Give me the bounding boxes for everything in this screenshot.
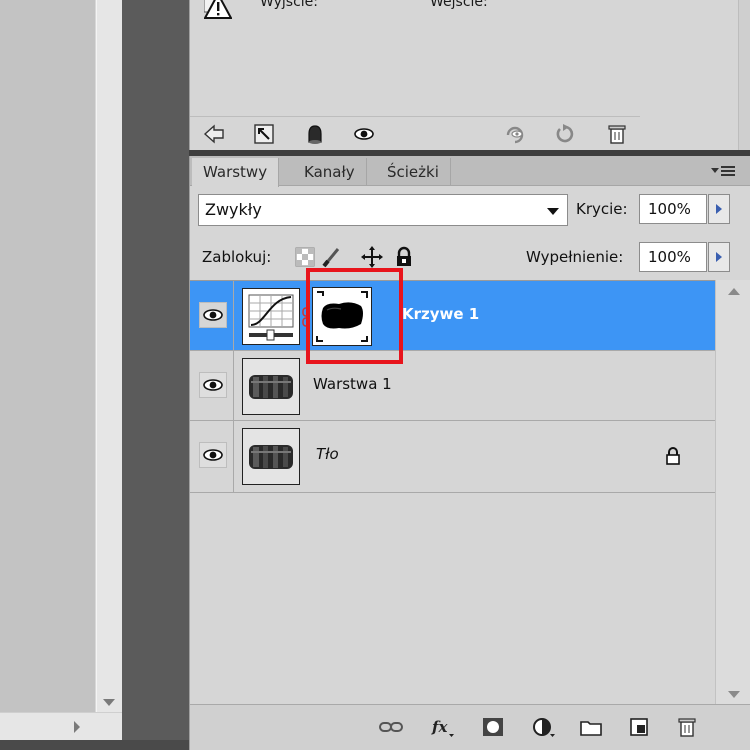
delete-layer-button[interactable] xyxy=(674,715,700,739)
reset-button[interactable] xyxy=(553,123,577,145)
layers-panel-footer: fx xyxy=(190,704,750,750)
scroll-right-arrow-icon[interactable] xyxy=(74,721,80,733)
visibility-cell[interactable] xyxy=(190,281,234,351)
fill-slider-button[interactable] xyxy=(708,242,730,272)
document-canvas xyxy=(0,0,96,712)
visibility-cell[interactable] xyxy=(190,421,234,493)
new-group-button[interactable] xyxy=(578,715,604,739)
toggle-visibility-button[interactable] xyxy=(352,123,376,145)
eye-icon xyxy=(203,449,223,461)
lock-label: Zablokuj: xyxy=(202,248,272,266)
document-canvas-area xyxy=(0,0,122,740)
layers-panel: Warstwy Kanały Ścieżki Zwykły Krycie: 10… xyxy=(189,156,750,750)
layer-row-background[interactable]: Tło xyxy=(190,421,715,493)
curves-adjustment-panel: Wyjście: Wejście: xyxy=(189,0,750,152)
input-label: Wejście: xyxy=(430,0,488,10)
visibility-toggle[interactable] xyxy=(199,372,227,398)
visibility-toggle[interactable] xyxy=(199,302,227,328)
layer-name[interactable]: Warstwa 1 xyxy=(313,375,392,393)
opacity-slider-button[interactable] xyxy=(708,194,730,224)
arrow-right-icon xyxy=(716,252,722,262)
new-layer-icon xyxy=(630,718,648,736)
curves-adjustment-icon xyxy=(248,294,294,341)
layer-thumbnail[interactable] xyxy=(242,358,300,415)
visibility-cell[interactable] xyxy=(190,351,234,421)
layer-name[interactable]: Krzywe 1 xyxy=(402,305,479,323)
output-label: Wyjście: xyxy=(260,0,318,10)
layers-list-scrollbar[interactable] xyxy=(715,280,750,704)
link-icon xyxy=(379,722,403,732)
lock-all-icon[interactable] xyxy=(393,246,415,268)
trash-icon xyxy=(608,125,626,144)
status-bar xyxy=(0,740,189,750)
lock-image-pixels-icon[interactable] xyxy=(320,246,342,268)
curves-panel-toolbar xyxy=(190,116,640,150)
visibility-toggle[interactable] xyxy=(199,442,227,468)
tab-layers[interactable]: Warstwy xyxy=(192,158,280,187)
mask-icon xyxy=(483,718,503,736)
fx-icon: fx xyxy=(431,718,454,737)
tab-paths[interactable]: Ścieżki xyxy=(376,158,451,186)
layer-name[interactable]: Tło xyxy=(316,445,339,463)
svg-text:fx: fx xyxy=(431,718,448,736)
eye-icon xyxy=(203,379,223,391)
lock-transparent-pixels-icon[interactable] xyxy=(294,246,316,268)
eye-icon xyxy=(203,309,223,321)
layer-row-layer1[interactable]: Warstwa 1 xyxy=(190,351,715,421)
fill-input[interactable]: 100% xyxy=(639,242,707,272)
canvas-horizontal-scrollbar[interactable] xyxy=(0,712,122,740)
add-mask-button[interactable] xyxy=(480,715,506,739)
workspace-gutter xyxy=(122,0,189,750)
layer-locked-icon xyxy=(666,447,680,465)
opacity-label: Krycie: xyxy=(576,200,628,218)
back-arrow-icon xyxy=(203,124,224,144)
eye-icon xyxy=(354,128,374,140)
reset-icon xyxy=(556,124,574,143)
canvas-vertical-scrollbar[interactable] xyxy=(96,0,122,712)
tab-channels[interactable]: Kanały xyxy=(293,158,367,186)
highlight-box xyxy=(306,268,403,364)
layer-thumbnail[interactable] xyxy=(242,428,300,485)
dropdown-arrow-icon xyxy=(547,208,559,215)
layer-row-curves[interactable]: Krzywe 1 xyxy=(190,281,715,351)
clip-to-layer-button[interactable] xyxy=(303,123,327,145)
new-adjustment-layer-button[interactable] xyxy=(530,715,556,739)
scroll-down-arrow-icon[interactable] xyxy=(728,691,740,698)
adjustment-icon xyxy=(533,718,555,737)
trash-icon xyxy=(678,718,696,737)
curves-panel-scrollbar[interactable] xyxy=(738,0,750,152)
panel-tab-bar: Warstwy Kanały Ścieżki xyxy=(190,156,750,187)
layers-list: Krzywe 1 Warstwa 1 Tło xyxy=(190,280,715,700)
blend-mode-select[interactable]: Zwykły xyxy=(198,194,568,226)
curves-adjustment-thumbnail[interactable] xyxy=(242,288,300,345)
folder-icon xyxy=(580,721,602,736)
new-layer-button[interactable] xyxy=(626,715,652,739)
back-arrow-button[interactable] xyxy=(202,123,226,145)
previous-state-icon xyxy=(506,126,524,144)
link-layers-button[interactable] xyxy=(378,715,404,739)
arrow-right-icon xyxy=(716,204,722,214)
panel-menu-icon[interactable] xyxy=(711,164,737,178)
expand-view-button[interactable] xyxy=(252,123,276,145)
blend-mode-value: Zwykły xyxy=(205,200,262,219)
opacity-input[interactable]: 100% xyxy=(639,194,707,224)
spool-image-icon xyxy=(249,445,293,469)
delete-adjustment-button[interactable] xyxy=(605,123,629,145)
lock-position-icon[interactable] xyxy=(361,246,383,268)
view-previous-state-button[interactable] xyxy=(503,123,527,145)
expand-view-icon xyxy=(254,124,274,144)
scroll-up-arrow-icon[interactable] xyxy=(728,288,740,295)
scroll-down-arrow-icon[interactable] xyxy=(103,699,115,706)
clip-layer-icon xyxy=(308,125,322,144)
layer-style-button[interactable]: fx xyxy=(430,715,456,739)
fill-label: Wypełnienie: xyxy=(526,248,624,266)
warning-icon xyxy=(204,0,232,19)
spool-image-icon xyxy=(249,375,293,399)
